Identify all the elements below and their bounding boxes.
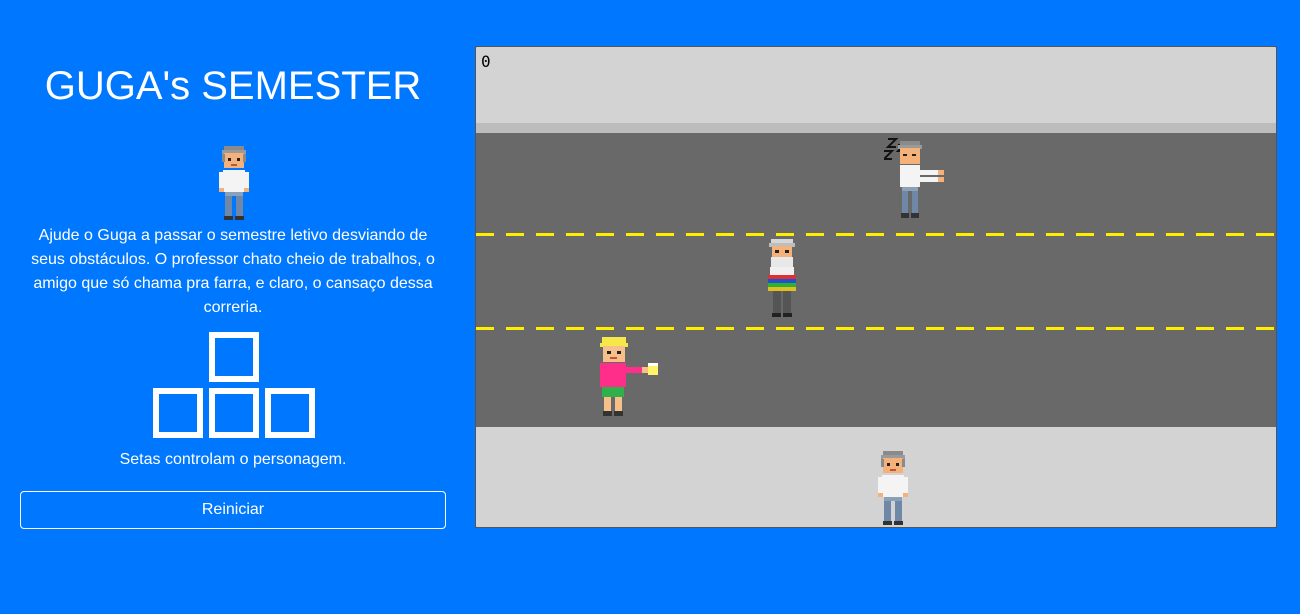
party-friend-obstacle <box>600 337 658 416</box>
arrow-up-key-icon <box>209 332 259 382</box>
guga-player <box>878 451 908 525</box>
arrow-right-key-icon <box>265 388 315 438</box>
score-counter: 0 <box>481 52 491 71</box>
controls-hint: Setas controlam o personagem. <box>119 451 347 468</box>
lane-divider <box>476 327 1276 330</box>
curb <box>476 123 1276 133</box>
restart-button[interactable]: Reiniciar <box>20 491 446 529</box>
game-canvas[interactable]: 0 <box>475 46 1277 528</box>
arrow-left-key-icon <box>153 388 203 438</box>
arrow-keys-diagram <box>153 332 317 440</box>
lane-divider <box>476 233 1276 236</box>
sleepy-zombie-obstacle <box>884 138 944 218</box>
professor-obstacle <box>768 239 796 317</box>
guga-character-icon <box>219 146 249 220</box>
game-title: GUGA's SEMESTER <box>44 64 422 108</box>
game-description: Ajude o Guga a passar o semestre letivo … <box>31 227 435 316</box>
arrow-down-key-icon <box>209 388 259 438</box>
